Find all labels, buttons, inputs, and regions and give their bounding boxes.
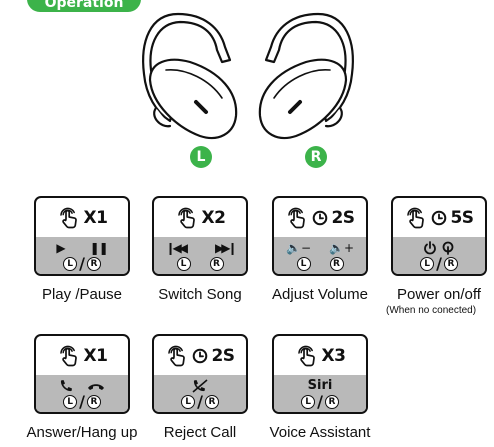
volume-down-icon: 🔈− [285,241,311,255]
tap-hand-icon [57,206,81,230]
answer-call-icon [60,380,72,392]
left-right-indicator: L R [274,257,366,271]
switch-song-card: X2 ❙◀◀ ▶▶❙ L R [152,196,248,276]
slash: / [79,254,85,273]
right-badge: R [305,146,327,168]
left-right-indicator: L / R [36,254,128,273]
next-track-icon: ▶▶❙ [215,241,237,255]
tap-hand-icon [285,206,309,230]
reject-call-icon [192,379,208,393]
left-circle: L [63,395,78,409]
tap-count: X1 [83,207,108,228]
caption-voice-assistant: Voice Assistant [269,424,371,441]
clock-icon [312,210,328,226]
left-circle: L [176,257,191,271]
slash: / [317,392,323,411]
voice-assistant-card: X3 Siri L / R [272,334,368,414]
right-circle: R [86,257,101,271]
left-circle: L [296,257,311,271]
tap-count: X3 [321,345,346,366]
reject-call-card: 2S L / R [152,334,248,414]
left-right-indicator: L / R [393,254,485,273]
tap-count: X2 [201,207,226,228]
power-card: 5S L / R [391,196,487,276]
left-right-indicator: L / R [274,392,366,411]
tap-hand-icon [57,344,81,368]
tap-hand-icon [295,344,319,368]
slash: / [436,254,442,273]
caption-play-pause: Play /Pause [41,286,123,303]
tap-hand-icon [165,344,189,368]
right-circle: R [209,257,224,271]
earbuds-illustration [142,12,354,140]
hang-up-icon [88,384,104,390]
adjust-volume-card: 2S 🔈− 🔈+ L R [272,196,368,276]
left-circle: L [420,257,435,271]
hold-seconds: 2S [331,207,355,228]
caption-switch-song: Switch Song [158,286,242,303]
slash: / [197,392,203,411]
caption-power: Power on/off [397,286,481,303]
tap-hand-icon [175,206,199,230]
play-pause-card: X1 ▶ ❚❚ L / R [34,196,130,276]
play-icon: ▶ [56,241,66,255]
caption-answer-hangup: Answer/Hang up [26,424,138,441]
caption-reject-call: Reject Call [163,424,237,441]
previous-track-icon: ❙◀◀ [165,241,187,255]
siri-label: Siri [307,378,333,393]
left-right-indicator: L R [154,257,246,271]
right-circle: R [443,257,458,271]
left-right-indicator: L / R [36,392,128,411]
slash: / [79,392,85,411]
power-off-icon [442,241,454,255]
right-earbud-icon [258,12,354,140]
power-note: (When no conected) [386,305,477,316]
caption-adjust-volume: Adjust Volume [272,286,368,303]
answer-hangup-card: X1 L / R [34,334,130,414]
clock-icon [431,210,447,226]
pause-icon: ❚❚ [89,241,109,255]
tap-count: X1 [83,345,108,366]
volume-up-icon: 🔈+ [329,241,355,255]
power-icon [424,241,436,255]
right-circle: R [324,395,339,409]
tap-hand-icon [404,206,428,230]
left-circle: L [181,395,196,409]
left-circle: L [63,257,78,271]
left-circle: L [301,395,316,409]
right-circle: R [329,257,344,271]
left-badge: L [190,146,212,168]
right-circle: R [204,395,219,409]
left-right-indicator: L / R [154,392,246,411]
right-circle: R [86,395,101,409]
hold-seconds: 2S [211,345,235,366]
left-earbud-icon [142,12,238,140]
clock-icon [192,348,208,364]
hold-seconds: 5S [450,207,474,228]
